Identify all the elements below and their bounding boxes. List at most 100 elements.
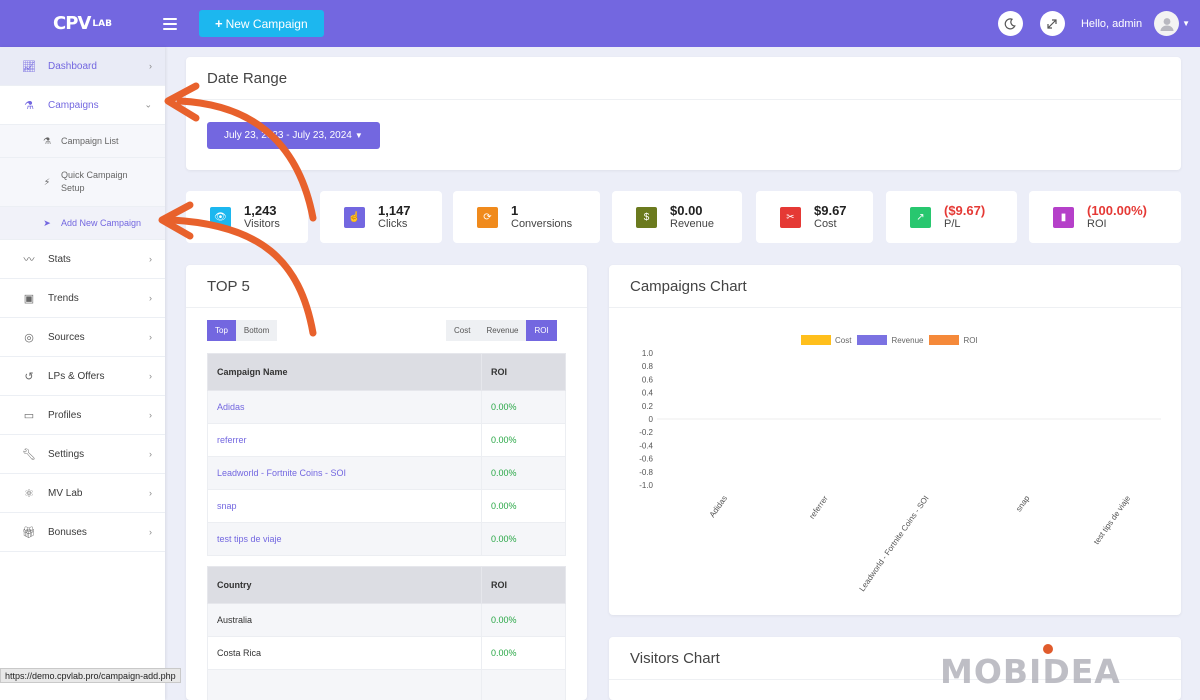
briefcase-icon: ▣ (23, 292, 35, 305)
gift-icon: 🎁︎ (22, 526, 36, 539)
campaign-link[interactable]: Adidas (207, 390, 482, 424)
tab-roi[interactable]: ROI (526, 320, 557, 341)
stat-label: ROI (1087, 218, 1107, 230)
globe-icon: ◎ (24, 331, 34, 344)
moon-icon[interactable] (997, 11, 1023, 36)
y-tick-label: 0.6 (642, 375, 654, 384)
sidebar-item-lps-offers[interactable]: ↺ LPs & Offers › (0, 357, 165, 396)
sidebar-subitem-campaign-list[interactable]: ⚗ Campaign List (0, 125, 165, 158)
campaign-link[interactable]: referrer (207, 423, 482, 457)
avatar[interactable] (1154, 11, 1180, 36)
user-greeting[interactable]: Hello, admin (1081, 18, 1142, 30)
campaign-link[interactable]: test tips de viaje (207, 522, 482, 556)
tab-bottom[interactable]: Bottom (235, 320, 278, 341)
logo-main: CPV (53, 13, 91, 34)
country-name: Australia (207, 603, 482, 637)
table-row (207, 669, 566, 700)
campaign-link[interactable]: Leadworld - Fortnite Coins - SOI (207, 456, 482, 490)
expand-icon[interactable] (1039, 11, 1065, 36)
logo-sub: LAB (92, 18, 112, 29)
tab-cost[interactable]: Cost (446, 320, 479, 341)
sidebar-item-mv-lab[interactable]: ⚛ MV Lab › (0, 474, 165, 513)
pointer-icon: ☝ (344, 206, 365, 228)
column-header[interactable]: Campaign Name (207, 353, 482, 391)
sidebar-item-label: Campaign List (61, 135, 119, 146)
sidebar-item-campaigns[interactable]: ⚗ Campaigns ⌄ (0, 86, 165, 125)
clipboard-icon: ▭ (23, 409, 35, 422)
stat-label: Cost (814, 218, 837, 230)
country-name: Costa Rica (207, 636, 482, 670)
flask-icon: ⚗ (24, 99, 34, 112)
stat-value: ($9.67) (944, 203, 986, 218)
stat-value: $9.67 (814, 203, 847, 218)
campaigns-chart: 1.0 0.8 0.6 0.4 0.2 0 -0.2 -0.4 -0.6 -0.8 -1.0 Adid… (639, 349, 1161, 593)
column-header[interactable]: ROI (481, 566, 566, 604)
stat-value: 1,147 (378, 203, 411, 218)
roi-value: 0.00% (481, 456, 566, 490)
chevron-right-icon: › (149, 293, 152, 303)
menu-toggle-icon[interactable] (163, 17, 177, 30)
campaign-link[interactable]: snap (207, 489, 482, 523)
top-campaigns-table: Campaign Name ROI Adidas 0.00% referrer 0.… (207, 353, 566, 556)
y-tick-label: -1.0 (639, 481, 653, 490)
sidebar-item-sources[interactable]: ◎ Sources › (0, 318, 165, 357)
sidebar-item-label: Profiles (48, 409, 82, 421)
new-campaign-button[interactable]: + New Campaign (199, 10, 324, 37)
refresh-icon: ⟳ (477, 206, 498, 228)
sidebar-item-profiles[interactable]: ▭ Profiles › (0, 396, 165, 435)
sidebar-item-label: Stats (48, 253, 71, 265)
stat-label: Clicks (378, 218, 408, 230)
wrench-icon: 🔧︎ (22, 448, 36, 461)
y-tick-label: 0.8 (642, 362, 654, 371)
chevron-right-icon: › (149, 527, 152, 537)
dollar-icon: $ (636, 206, 657, 228)
new-campaign-label: New Campaign (225, 16, 308, 31)
sidebar-item-settings[interactable]: 🔧︎ Settings › (0, 435, 165, 474)
history-icon: ↺ (24, 370, 34, 383)
sidebar-subitem-quick-setup[interactable]: ⚡︎ Quick Campaign Setup (0, 158, 165, 207)
roi-value: 0.00% (481, 390, 566, 424)
table-row: Costa Rica 0.00% (207, 636, 566, 670)
bolt-icon: ⚡︎ (43, 176, 51, 187)
roi-value: 0.00% (481, 423, 566, 457)
date-range-card: Date Range July 23, 2023 - July 23, 2024… (186, 57, 1181, 170)
sidebar-item-dashboard[interactable]: 📈︎ Dashboard › (0, 47, 165, 86)
y-tick-label: -0.6 (639, 455, 653, 464)
y-tick-label: 0.2 (642, 402, 654, 411)
chevron-down-icon[interactable]: ▼ (1182, 19, 1190, 28)
stat-label: Revenue (670, 218, 715, 230)
column-header[interactable]: ROI (481, 353, 566, 391)
top-countries-table: Country ROI Australia 0.00% Costa Rica 0.0… (207, 566, 566, 700)
roi-value: 0.00% (481, 489, 566, 523)
stat-visitors: 👁︎ 1,243 Visitors (186, 191, 308, 243)
stat-value: (100.00%) (1087, 203, 1147, 218)
sidebar-item-label: LPs & Offers (48, 370, 105, 382)
y-tick-label: 1.0 (642, 349, 654, 358)
sidebar-item-label: Trends (48, 292, 79, 304)
y-tick-label: 0.4 (642, 389, 654, 398)
tab-top[interactable]: Top (207, 320, 236, 341)
stat-label: Visitors (244, 218, 280, 230)
x-tick-label: referrer (807, 494, 830, 521)
sidebar-item-label: Add New Campaign (61, 217, 142, 228)
stat-value: $0.00 (670, 203, 703, 218)
stat-cost: ✂ $9.67 Cost (756, 191, 873, 243)
sidebar-subitem-add-new-campaign[interactable]: ➤ Add New Campaign (0, 207, 165, 240)
bar-chart-icon: ▮ (1053, 206, 1074, 228)
sidebar-item-label: MV Lab (48, 487, 83, 499)
roi-value: 0.00% (481, 636, 566, 670)
table-row: Leadworld - Fortnite Coins - SOI 0.00% (207, 456, 566, 490)
sidebar-item-bonuses[interactable]: 🎁︎ Bonuses › (0, 513, 165, 552)
sidebar: 📈︎ Dashboard › ⚗ Campaigns ⌄ ⚗ Campaign … (0, 47, 165, 700)
table-row: Australia 0.00% (207, 603, 566, 637)
chevron-right-icon: › (149, 410, 152, 420)
trend-icon: ↗ (910, 206, 931, 228)
tab-revenue[interactable]: Revenue (478, 320, 527, 341)
cpvlab-logo[interactable]: CPV LAB (0, 0, 165, 47)
date-range-picker[interactable]: July 23, 2023 - July 23, 2024 ▼ (207, 122, 380, 149)
stat-clicks: ☝ 1,147 Clicks (320, 191, 442, 243)
column-header[interactable]: Country (207, 566, 482, 604)
sidebar-item-stats[interactable]: 〰 Stats › (0, 240, 165, 279)
table-row: snap 0.00% (207, 489, 566, 523)
sidebar-item-trends[interactable]: ▣ Trends › (0, 279, 165, 318)
